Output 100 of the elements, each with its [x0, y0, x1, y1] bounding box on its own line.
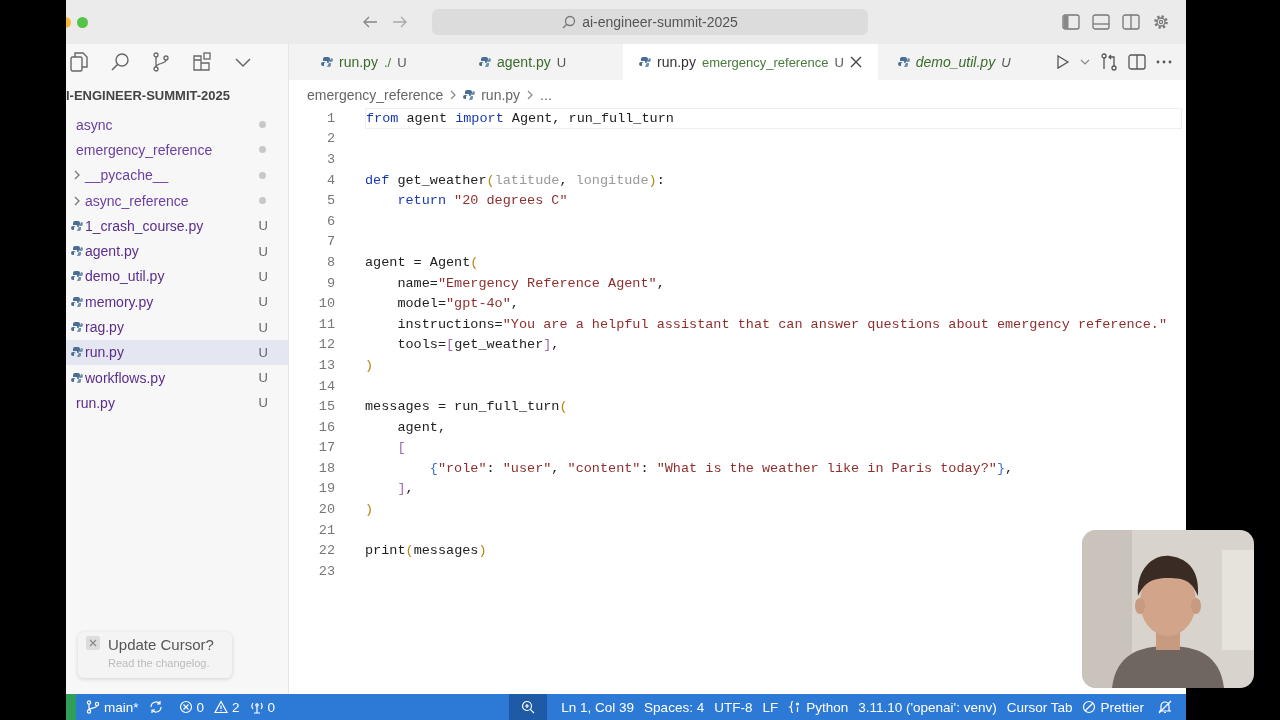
code-line: def get_weather(latitude, longitude):: [365, 172, 665, 188]
file-tree-item[interactable]: run.py U: [66, 339, 288, 365]
status-item[interactable]: Python: [788, 699, 849, 715]
status-item[interactable]: main*: [86, 699, 139, 715]
sync-icon[interactable]: [148, 700, 163, 714]
chevron-down-icon[interactable]: [234, 56, 252, 68]
status-item[interactable]: Ln 1, Col 39: [561, 699, 635, 715]
code-line: instructions="You are a helpful assistant that can answer questions about emergency reference.": [396, 316, 1168, 332]
line-number: 11: [317, 316, 335, 332]
git-status-label: U: [258, 395, 268, 411]
search-icon[interactable]: [110, 52, 130, 72]
file-tree-item[interactable]: workflows.py U: [66, 364, 288, 391]
file-tree-item[interactable]: __pycache__: [66, 162, 288, 188]
status-item[interactable]: 0: [249, 699, 276, 715]
git-status-label: U: [258, 294, 268, 310]
editor-tab[interactable]: run.py emergency_reference U: [623, 44, 878, 80]
git-status-label: U: [258, 370, 268, 386]
file-tree-item[interactable]: emergency_reference: [66, 137, 288, 163]
compare-changes-icon[interactable]: [1100, 53, 1118, 71]
line-number: 9: [325, 275, 335, 291]
status-item[interactable]: 0: [178, 699, 205, 715]
python-icon: [70, 321, 83, 333]
code-line: print(messages): [365, 543, 487, 559]
file-tree-item[interactable]: run.py U: [66, 390, 288, 416]
code-line: {"role": "user", "content": "What is the weather like in Paris today?"},: [428, 460, 1014, 476]
breadcrumb-item[interactable]: ...: [540, 87, 552, 103]
status-item[interactable]: 2: [214, 699, 240, 715]
git-status-label: U: [258, 344, 268, 360]
line-number: 16: [317, 419, 335, 435]
antenna-icon[interactable]: [249, 700, 264, 714]
line-number: 15: [317, 399, 335, 415]
python-icon: [463, 89, 476, 101]
git-status-label: U: [258, 218, 268, 234]
zoom-icon[interactable]: [521, 700, 536, 714]
back-icon[interactable]: [362, 15, 378, 29]
file-tree-item[interactable]: demo_util.py U: [66, 263, 288, 290]
search-field[interactable]: ai-engineer-summit-2025: [432, 9, 868, 35]
python-icon: [479, 56, 491, 68]
extensions-icon[interactable]: [192, 52, 212, 72]
editor-tab[interactable]: agent.py U: [463, 44, 593, 80]
status-item[interactable]: LF: [762, 699, 779, 715]
status-item[interactable]: Spaces: 4: [644, 699, 705, 715]
split-toggle-icon[interactable]: [1122, 14, 1140, 30]
prohibited-icon[interactable]: [1082, 700, 1097, 714]
bell-off-icon[interactable]: [1158, 700, 1172, 714]
file-name: __pycache__: [85, 167, 169, 184]
files-icon[interactable]: [70, 52, 88, 72]
git-status-label: U: [258, 243, 268, 259]
line-number: 10: [317, 296, 335, 312]
file-name: run.py: [85, 344, 124, 361]
file-tree-item[interactable]: agent.py U: [66, 238, 288, 264]
explorer-title: I-ENGINEER-SUMMIT-2025: [66, 87, 231, 105]
status-item[interactable]: 3.11.10 ('openai': venv): [858, 699, 997, 715]
split-editor-icon[interactable]: [1128, 54, 1146, 70]
code-line: model="gpt-4o",: [396, 296, 519, 312]
python-icon: [70, 219, 83, 232]
branch-icon[interactable]: [86, 700, 100, 714]
file-name: agent.py: [85, 243, 139, 260]
file-name: 1_crash_course.py: [85, 217, 204, 234]
file-tree-item[interactable]: async: [66, 112, 288, 138]
status-item[interactable]: UTF-8: [714, 699, 753, 715]
chevron-right-icon: [449, 89, 458, 101]
file-name: async: [76, 116, 113, 133]
editor-tab[interactable]: run.py ./ U: [305, 44, 449, 80]
file-name: run.py: [76, 394, 115, 411]
panel-toggle-icon[interactable]: [1092, 14, 1110, 30]
python-icon: [897, 56, 910, 68]
file-name: async_reference: [85, 192, 189, 209]
status-item[interactable]: Prettier: [1082, 699, 1144, 715]
python-icon: [70, 346, 83, 359]
settings-icon[interactable]: [1152, 13, 1170, 31]
chevron-down-icon[interactable]: [1080, 58, 1090, 66]
source-control-icon[interactable]: [152, 52, 170, 72]
file-tree-item[interactable]: memory.py U: [66, 289, 288, 315]
code-line: ): [365, 502, 374, 518]
close-icon[interactable]: [849, 56, 862, 68]
file-tree-item[interactable]: async_reference: [66, 187, 288, 214]
file-name: demo_util.py: [85, 268, 165, 285]
line-number: 21: [317, 522, 335, 538]
editor-tab[interactable]: demo_util.py U: [881, 44, 1027, 80]
python-icon: [70, 295, 83, 308]
line-number: 2: [325, 131, 335, 147]
breadcrumb-item[interactable]: run.py: [481, 87, 521, 103]
status-item[interactable]: Cursor Tab: [1006, 699, 1073, 715]
line-number: 13: [317, 357, 335, 373]
warning-icon[interactable]: [214, 700, 229, 714]
file-tree-item[interactable]: rag.py U: [66, 314, 288, 340]
more-icon[interactable]: [1156, 60, 1172, 64]
error-icon[interactable]: [178, 700, 193, 714]
code-line: [: [396, 440, 406, 456]
code-line: agent = Agent(: [365, 254, 479, 270]
code-line: return "20 degrees C": [396, 193, 568, 209]
breadcrumb-item[interactable]: emergency_reference: [307, 87, 444, 103]
file-tree-item[interactable]: 1_crash_course.py U: [66, 213, 288, 239]
line-number: 1: [325, 110, 335, 126]
code-line: from agent import Agent, run_full_turn: [366, 110, 674, 126]
run-icon[interactable]: [1056, 54, 1070, 70]
code-line: name="Emergency Reference Agent",: [396, 275, 665, 291]
git-status-label: U: [258, 268, 268, 284]
sidebar-toggle-icon[interactable]: [1062, 14, 1080, 30]
